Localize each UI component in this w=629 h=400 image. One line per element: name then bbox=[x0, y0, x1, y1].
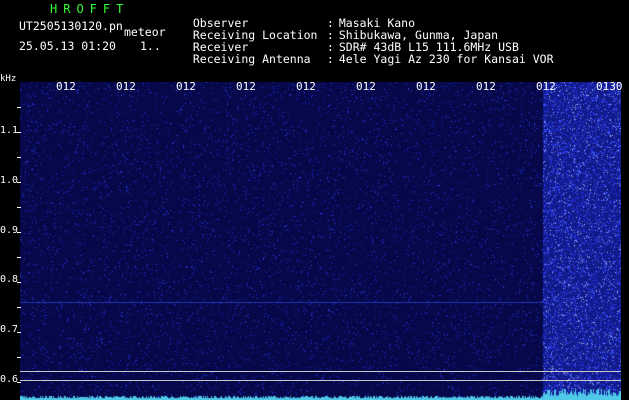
frequency-tick bbox=[17, 382, 21, 383]
frequency-tick bbox=[17, 232, 21, 233]
frequency-tick-label: 1.0 bbox=[0, 175, 19, 186]
frequency-tick bbox=[17, 307, 21, 308]
info-row-antenna: Receiving Antenna:4ele Yagi Az 230 for K… bbox=[179, 41, 554, 65]
frequency-unit-label: kHz bbox=[0, 74, 17, 84]
frequency-tick bbox=[17, 157, 21, 158]
time-tick-label: 012 bbox=[416, 80, 436, 93]
time-tick-label: 012 bbox=[56, 80, 76, 93]
frequency-tick-label: 1.1 bbox=[0, 125, 19, 136]
guide-line bbox=[20, 371, 621, 372]
guide-line bbox=[20, 380, 621, 381]
frequency-tick-label: 0.9 bbox=[0, 225, 19, 236]
info-value: 4ele Yagi Az 230 for Kansai VOR bbox=[338, 52, 554, 66]
timestamp: 25.05.13 01:20 bbox=[19, 39, 116, 53]
time-tick-label: 0130 bbox=[596, 80, 623, 93]
time-tick-label: 012 bbox=[476, 80, 496, 93]
frequency-tick bbox=[17, 282, 21, 283]
info-label: Receiving Antenna bbox=[192, 52, 311, 66]
app-title: HROFFT bbox=[50, 2, 130, 16]
frequency-tick bbox=[17, 332, 21, 333]
truncated-text: 1.. bbox=[140, 39, 161, 53]
observation-type: meteor bbox=[124, 25, 166, 39]
frequency-tick bbox=[17, 257, 21, 258]
frequency-tick bbox=[17, 182, 21, 183]
frequency-tick bbox=[17, 107, 21, 108]
frequency-tick-label: 0.7 bbox=[0, 324, 19, 335]
time-tick-label: 012 bbox=[536, 80, 556, 93]
frequency-tick-label: 0.8 bbox=[0, 274, 19, 285]
frequency-tick bbox=[17, 132, 21, 133]
time-tick-label: 012 bbox=[296, 80, 316, 93]
spectrogram-plot bbox=[20, 82, 621, 400]
waterfall-image bbox=[20, 82, 621, 400]
filename: UT2505130120.pn bbox=[19, 19, 123, 33]
frequency-tick bbox=[17, 357, 21, 358]
frequency-tick bbox=[17, 207, 21, 208]
time-tick-label: 012 bbox=[236, 80, 256, 93]
info-separator: : bbox=[326, 52, 334, 66]
frequency-tick-label: 0.6 bbox=[0, 374, 19, 385]
time-tick-label: 012 bbox=[356, 80, 376, 93]
time-tick-label: 012 bbox=[176, 80, 196, 93]
time-tick-label: 012 bbox=[116, 80, 136, 93]
